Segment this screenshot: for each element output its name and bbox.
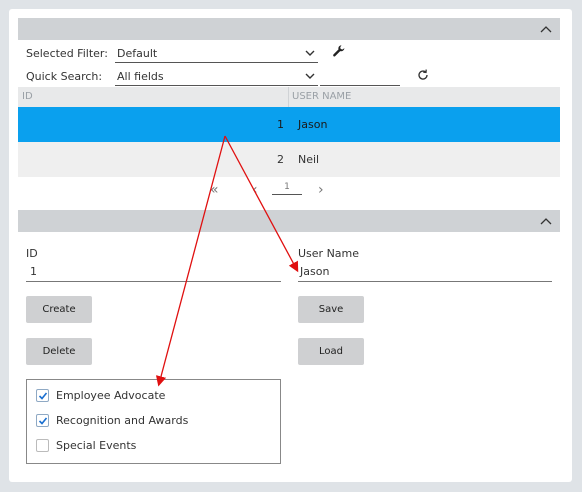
selected-filter-value: Default	[117, 47, 158, 60]
selected-filter-label: Selected Filter:	[26, 47, 108, 60]
user-name-label: User Name	[298, 247, 360, 260]
chevron-up-icon	[540, 26, 552, 33]
id-field[interactable]: 1	[26, 262, 281, 282]
checklist-label: Special Events	[56, 439, 137, 452]
page-number[interactable]: 1	[272, 182, 302, 195]
user-grid: ID USER NAME 1 Jason 2 Neil	[18, 87, 560, 177]
chevron-up-icon	[540, 218, 552, 225]
selected-filter-dropdown[interactable]: Default	[115, 44, 318, 63]
checklist-label: Recognition and Awards	[56, 414, 189, 427]
refresh-icon[interactable]	[416, 68, 430, 82]
selected-filter-row: Selected Filter: Default	[26, 44, 346, 64]
load-button[interactable]: Load	[298, 338, 364, 365]
user-name-field[interactable]: Jason	[298, 262, 552, 282]
quick-search-input[interactable]	[320, 67, 400, 86]
cell-id: 1	[277, 118, 284, 131]
id-label: ID	[26, 247, 38, 260]
grid-panel-collapse-button[interactable]	[538, 21, 554, 37]
next-page-button[interactable]: ›	[318, 182, 324, 198]
table-row[interactable]: 1 Jason	[18, 107, 560, 142]
chevron-down-icon	[305, 73, 315, 79]
delete-button[interactable]: Delete	[26, 338, 92, 365]
grid-panel-header	[18, 18, 560, 40]
table-row[interactable]: 2 Neil	[18, 142, 560, 177]
checkmark-icon	[38, 417, 48, 425]
wrench-icon[interactable]	[332, 44, 346, 58]
quick-search-label: Quick Search:	[26, 70, 103, 83]
create-button[interactable]: Create	[26, 296, 92, 323]
chevron-down-icon	[305, 50, 315, 56]
checkbox[interactable]	[36, 389, 49, 402]
column-header-user-name[interactable]: USER NAME	[288, 87, 560, 107]
pager: « ‹ 1 ›	[200, 180, 380, 200]
column-header-id[interactable]: ID	[22, 91, 33, 102]
save-button[interactable]: Save	[298, 296, 364, 323]
cell-id: 2	[277, 153, 284, 166]
quick-search-field-value: All fields	[117, 70, 164, 83]
cell-user-name: Jason	[298, 118, 328, 131]
checklist-label: Employee Advocate	[56, 389, 166, 402]
cell-user-name: Neil	[298, 153, 320, 166]
quick-search-field-dropdown[interactable]: All fields	[115, 67, 318, 86]
quick-search-row: Quick Search: All fields	[26, 67, 346, 87]
detail-panel-collapse-button[interactable]	[538, 213, 554, 229]
prev-page-button[interactable]: ‹	[252, 182, 258, 198]
first-page-button[interactable]: «	[210, 182, 219, 198]
checkbox[interactable]	[36, 439, 49, 452]
grid-header: ID USER NAME	[18, 87, 560, 107]
category-checklist: Employee Advocate Recognition and Awards…	[26, 379, 281, 464]
checkmark-icon	[38, 392, 48, 400]
detail-panel-header	[18, 210, 560, 232]
checkbox[interactable]	[36, 414, 49, 427]
